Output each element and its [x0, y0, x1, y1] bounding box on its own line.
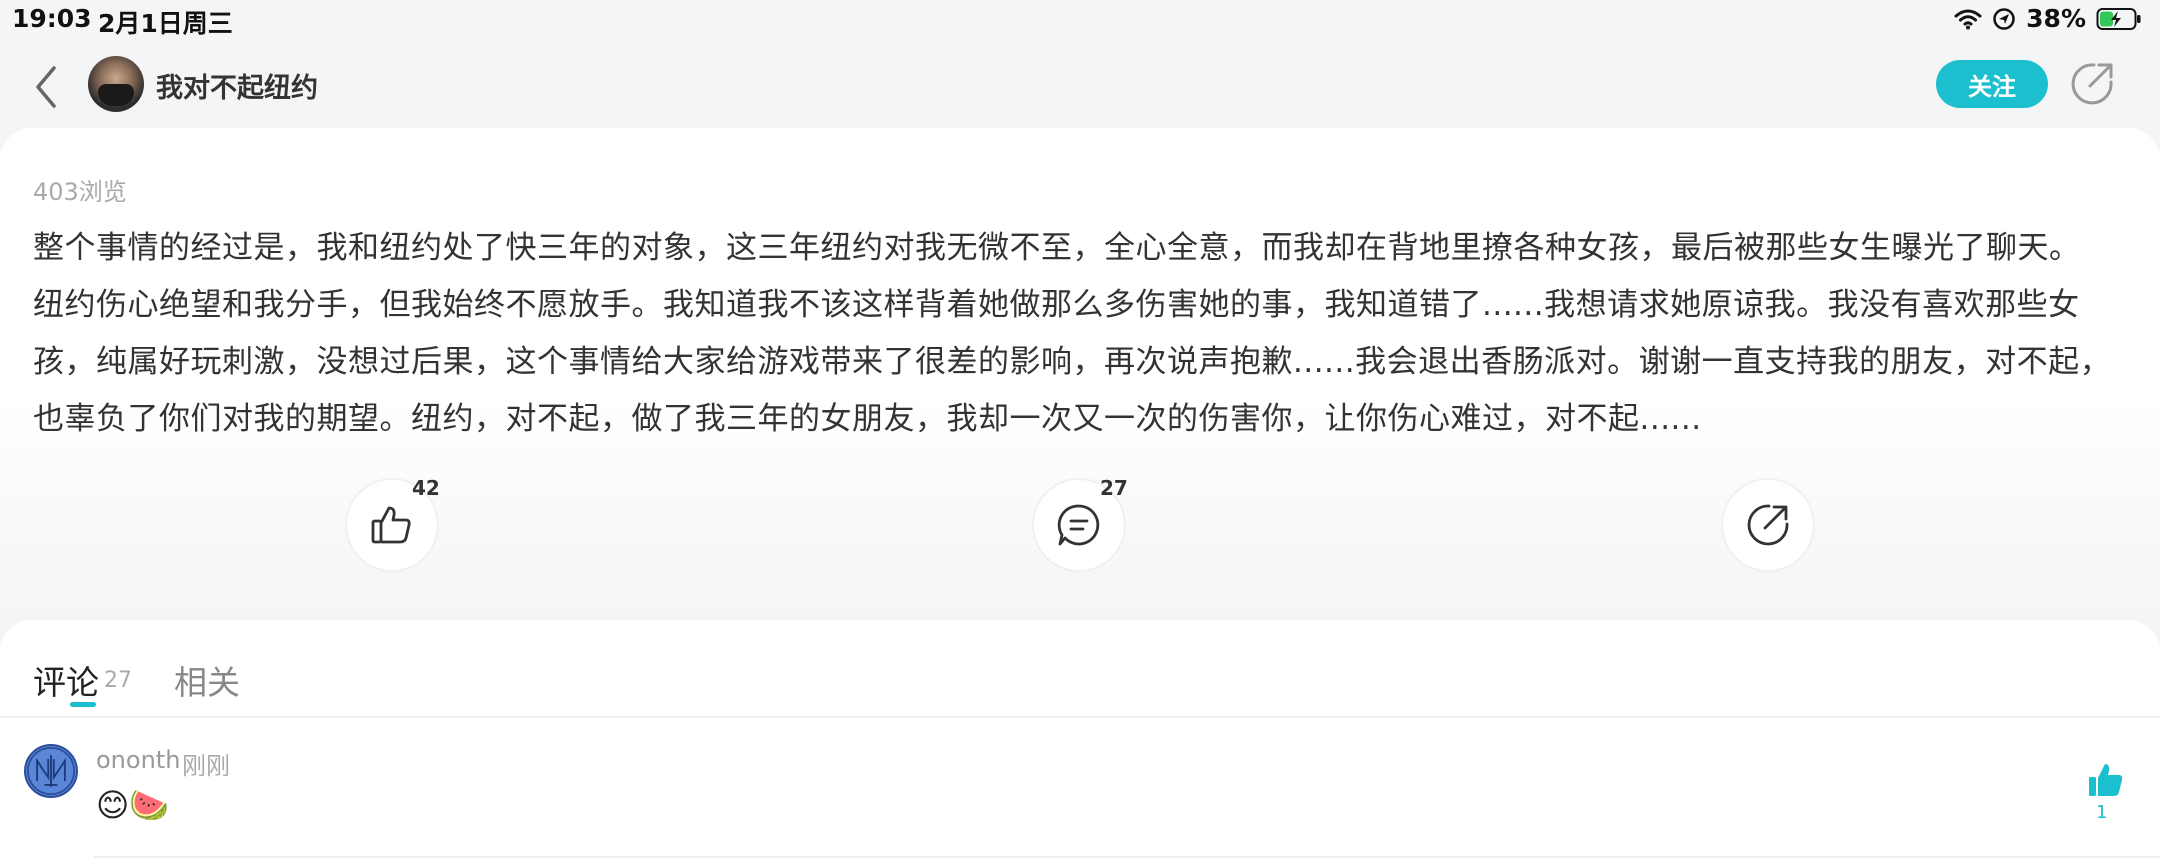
post-line: 整个事情的经过是，我和纽约处了快三年的对象，这三年纽约对我无微不至，全心全意，而… [33, 230, 2081, 266]
author-avatar[interactable] [88, 56, 144, 112]
author-name[interactable]: 我对不起纽约 [156, 66, 318, 105]
battery-percent: 38% [2026, 4, 2086, 33]
follow-button[interactable]: 关注 [1936, 60, 2048, 108]
comment-timestamp: 刚刚 [182, 752, 230, 780]
post-card: 403浏览 整个事情的经过是，我和纽约处了快三年的对象，这三年纽约对我无微不至，… [0, 128, 2160, 618]
comment-icon [1057, 504, 1100, 546]
share-icon[interactable] [2068, 60, 2116, 108]
post-line: 孩，纯属好玩刺激，没想过后果，这个事情给大家给游戏带来了很差的影响，再次说声抱歉… [33, 344, 2112, 380]
back-icon[interactable] [26, 62, 66, 112]
like-count: 42 [412, 476, 440, 500]
comments-section: 评论 27 相关 ononth 刚刚 😊🍉 1 [0, 620, 2160, 865]
share-icon [1747, 504, 1789, 546]
post-line: 也辜负了你们对我的期望。纽约，对不起，做了我三年的女朋友，我却一次又一次的伤害你… [33, 401, 1702, 437]
status-icons: 38% [1954, 4, 2142, 33]
post-body: 整个事情的经过是，我和纽约处了快三年的对象，这三年纽约对我无微不至，全心全意，而… [33, 220, 2133, 448]
comment-text: 😊🍉 [96, 786, 170, 824]
commenter-avatar[interactable] [24, 744, 78, 798]
battery-charging-icon [2096, 7, 2141, 30]
divider [0, 716, 2160, 718]
share-button[interactable] [1723, 480, 1813, 570]
active-tab-indicator [70, 702, 96, 707]
view-count: 403浏览 [33, 178, 127, 206]
post-header: 我对不起纽约 关注 [0, 40, 2160, 130]
comment-count: 27 [1100, 476, 1128, 500]
comment-like-icon[interactable] [2086, 760, 2126, 800]
post-line: 纽约伤心绝望和我分手，但我始终不愿放手。我知道我不该这样背着她做那么多伤害她的事… [33, 287, 2080, 323]
status-time: 19:03 [12, 4, 92, 33]
tab-related[interactable]: 相关 [174, 656, 240, 704]
status-date: 2月1日周三 [98, 9, 233, 38]
comment-username[interactable]: ononth [96, 746, 180, 774]
thumbs-up-icon [371, 506, 411, 544]
comment-like-count: 1 [2096, 802, 2108, 823]
location-icon [1993, 7, 2015, 30]
status-bar: 19:03 2月1日周三 38% [0, 0, 2160, 40]
divider [94, 856, 2160, 858]
tab-comments-count: 27 [104, 668, 132, 693]
avatar-mask-shape [98, 84, 134, 106]
wifi-icon [1954, 9, 1982, 29]
tab-comments[interactable]: 评论 [33, 656, 99, 704]
